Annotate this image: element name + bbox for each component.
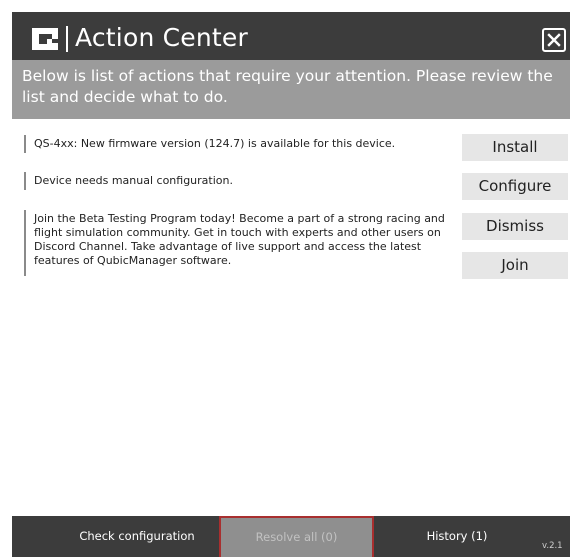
resolve-all-button[interactable]: Resolve all (0) <box>219 516 374 557</box>
action-message-firmware: QS-4xx: New firmware version (124.7) is … <box>24 135 454 153</box>
action-message-configuration: Device needs manual configuration. <box>24 172 454 190</box>
actions-list: QS-4xx: New firmware version (124.7) is … <box>12 119 570 516</box>
action-message-text: QS-4xx: New firmware version (124.7) is … <box>34 137 396 150</box>
dismiss-button[interactable]: Dismiss <box>462 213 568 240</box>
window-title: Action Center <box>75 23 248 52</box>
action-center-window: Action Center Below is list of actions t… <box>0 0 570 557</box>
title-bar: Action Center <box>12 12 570 60</box>
banner-text: Below is list of actions that require yo… <box>22 67 553 106</box>
bottom-bar: Check configuration Resolve all (0) Hist… <box>12 516 570 557</box>
close-button[interactable] <box>542 28 566 52</box>
action-message-text: Device needs manual configuration. <box>34 174 233 187</box>
configure-button[interactable]: Configure <box>462 173 568 200</box>
join-button[interactable]: Join <box>462 252 568 279</box>
history-button[interactable]: History (1) <box>402 516 512 557</box>
action-message-text: Join the Beta Testing Program today! Bec… <box>34 212 445 267</box>
qubic-logo-icon <box>32 28 58 50</box>
version-label: v.2.1 <box>542 541 563 551</box>
close-x-icon <box>547 33 561 47</box>
instruction-banner: Below is list of actions that require yo… <box>12 60 570 119</box>
check-configuration-button[interactable]: Check configuration <box>62 516 212 557</box>
install-button[interactable]: Install <box>462 134 568 161</box>
action-message-beta: Join the Beta Testing Program today! Bec… <box>24 210 454 276</box>
title-separator <box>66 26 68 52</box>
